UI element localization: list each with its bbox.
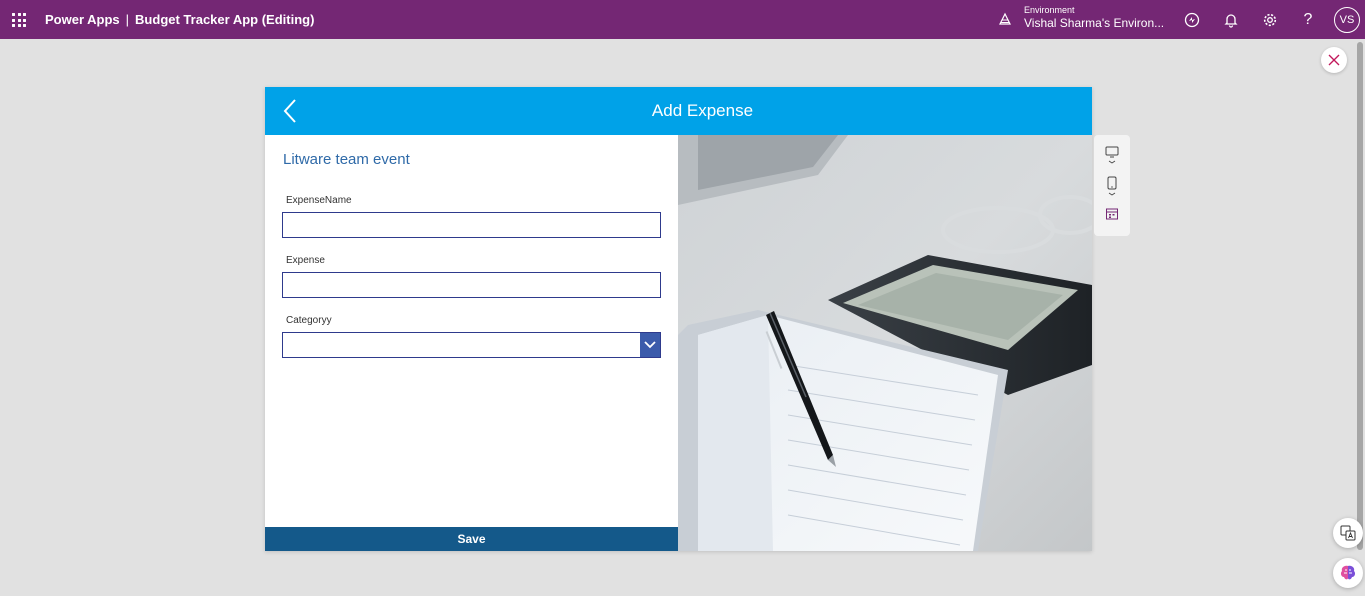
screen-header: Add Expense [265, 87, 1092, 135]
close-preview-button[interactable] [1321, 47, 1347, 73]
expense-form: Litware team event ExpenseName Expense C… [265, 135, 678, 527]
translate-button[interactable] [1333, 518, 1363, 548]
notebook-pen-photo [678, 135, 1092, 551]
title-separator: | [125, 12, 130, 27]
environment-label: Environment [1024, 5, 1075, 15]
save-button[interactable]: Save [265, 527, 678, 551]
expense-name-input[interactable] [282, 212, 661, 238]
desktop-icon[interactable] [1103, 146, 1121, 164]
calendar-icon[interactable] [1103, 207, 1121, 221]
category-dropdown[interactable] [282, 332, 661, 358]
expense-name-label: ExpenseName [286, 195, 352, 206]
environment-selector[interactable]: Vishal Sharma's Environ... [1024, 16, 1164, 30]
avatar[interactable]: VS [1334, 7, 1360, 33]
environment-icon[interactable] [998, 12, 1012, 26]
expense-input[interactable] [282, 272, 661, 298]
app-title: Power Apps | Budget Tracker App (Editing) [45, 12, 314, 27]
app-name: Budget Tracker App (Editing) [135, 12, 315, 27]
screen-title: Add Expense [651, 101, 754, 120]
close-icon [1328, 54, 1340, 66]
phone-icon[interactable] [1103, 176, 1121, 198]
chevron-down-icon[interactable] [640, 333, 660, 357]
bell-icon[interactable] [1222, 11, 1240, 29]
brain-button[interactable] [1333, 558, 1363, 588]
gear-icon[interactable] [1261, 11, 1279, 29]
category-label: Categoryy [286, 315, 332, 326]
expense-label: Expense [286, 255, 325, 266]
preview-device-toolbar [1094, 135, 1130, 236]
app-preview: Add Expense Litware team event ExpenseNa… [265, 87, 1092, 551]
waffle-icon[interactable] [12, 13, 26, 27]
help-icon[interactable]: ? [1299, 11, 1317, 29]
translate-icon [1340, 525, 1356, 541]
event-name: Litware team event [283, 151, 410, 168]
product-name[interactable]: Power Apps [45, 12, 120, 27]
top-bar: Power Apps | Budget Tracker App (Editing) … [0, 0, 1365, 39]
brain-icon [1340, 565, 1356, 580]
vertical-scrollbar[interactable] [1357, 42, 1363, 550]
copilot-icon[interactable] [1183, 11, 1201, 29]
